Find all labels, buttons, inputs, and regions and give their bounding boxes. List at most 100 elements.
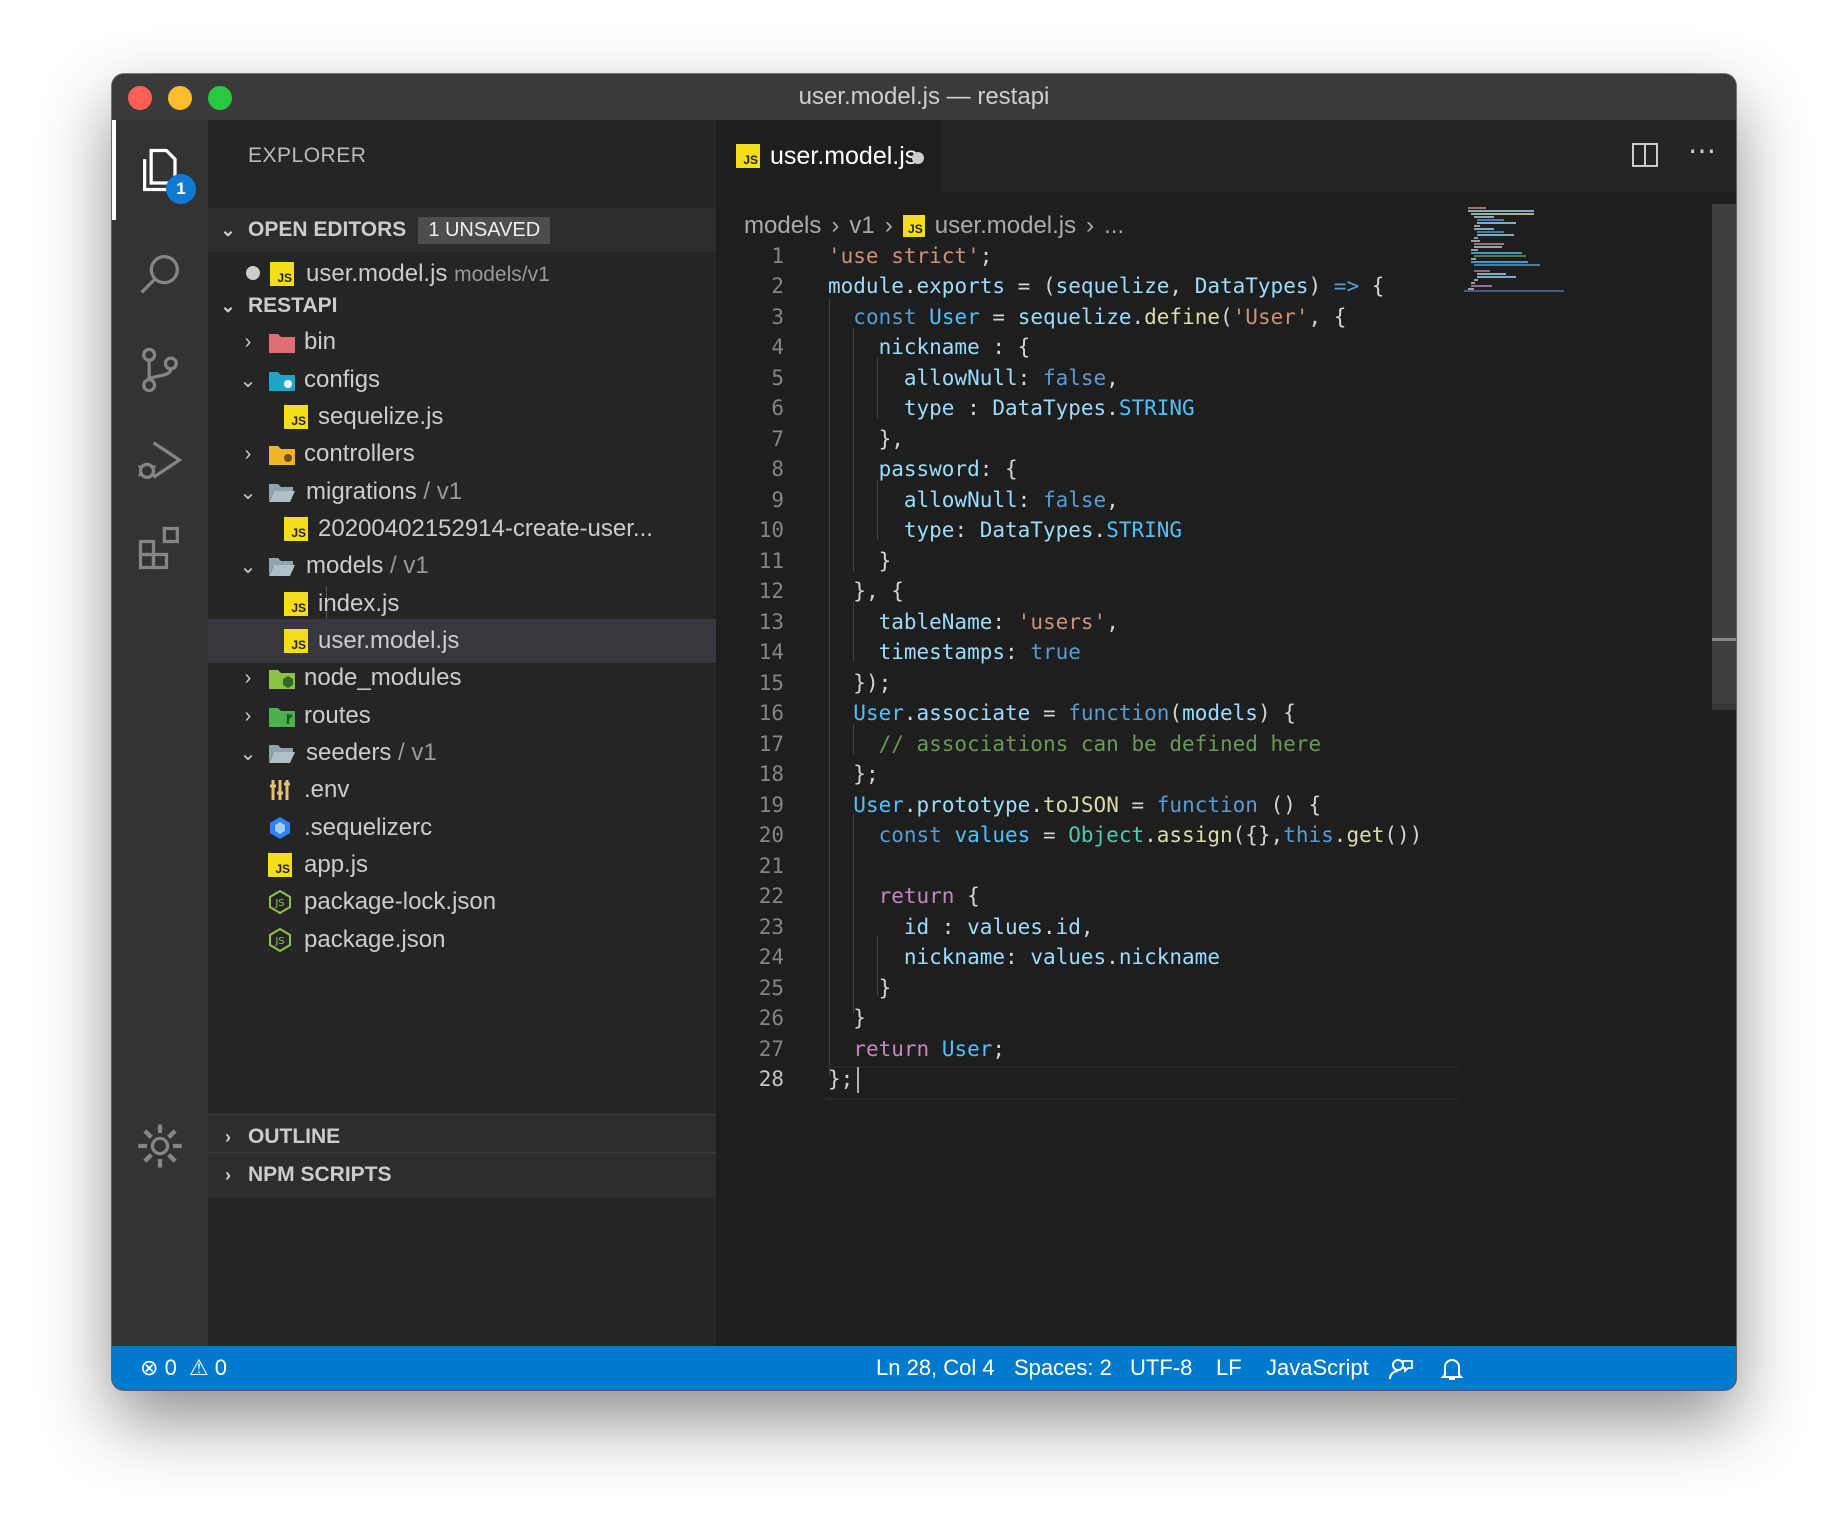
more-actions-icon[interactable]: ⋯ bbox=[1688, 134, 1716, 167]
code-token: return bbox=[878, 884, 955, 908]
split-editor-icon[interactable] bbox=[1630, 140, 1660, 170]
code-token: id bbox=[1055, 915, 1081, 939]
code-token: : { bbox=[979, 335, 1031, 359]
code-token: { bbox=[1359, 274, 1385, 298]
problems-indicator[interactable]: ⊗ 0 ⚠ 0 bbox=[140, 1346, 227, 1390]
folder-open-icon bbox=[268, 480, 296, 504]
language-mode[interactable]: JavaScript bbox=[1266, 1346, 1369, 1390]
extensions-activity-button[interactable] bbox=[112, 498, 208, 598]
code-line: return User; bbox=[828, 1037, 1005, 1061]
tree-label: app.js bbox=[304, 851, 369, 878]
scrollbar-thumb[interactable] bbox=[1712, 204, 1736, 710]
tree-label: package.json bbox=[304, 926, 446, 953]
code-token: , bbox=[1106, 610, 1119, 634]
tree-label: configs bbox=[304, 366, 381, 393]
code-token: sequelize bbox=[1017, 305, 1132, 329]
current-line-highlight bbox=[826, 1066, 1458, 1100]
js-file-icon: JS bbox=[268, 853, 292, 877]
code-line: } bbox=[828, 1006, 866, 1030]
explorer-activity-button[interactable]: 1 bbox=[112, 120, 208, 220]
error-count: 0 bbox=[164, 1355, 177, 1380]
tree-file-package[interactable]: JS package.json bbox=[208, 918, 716, 962]
tree-label: sequelize.js bbox=[318, 403, 444, 430]
title-bar: user.model.js — restapi bbox=[112, 74, 1736, 121]
code-token: sequelize bbox=[1055, 274, 1170, 298]
error-icon: ⊗ bbox=[140, 1355, 159, 1380]
explorer-badge: 1 bbox=[166, 174, 196, 204]
npm-scripts-header[interactable]: › NPM SCRIPTS bbox=[208, 1152, 716, 1197]
svg-text:JS: JS bbox=[274, 936, 284, 947]
breadcrumb-folder[interactable]: models bbox=[744, 212, 821, 240]
explorer-sidebar: EXPLORER ⌄ OPEN EDITORS 1 UNSAVED JS use… bbox=[208, 120, 716, 1346]
code-token: } bbox=[853, 1006, 866, 1030]
code-token: } bbox=[878, 549, 892, 573]
code-line: }, bbox=[828, 427, 904, 451]
chevron-right-icon: › bbox=[884, 212, 893, 239]
minimap[interactable] bbox=[1464, 204, 1564, 304]
outline-label: OUTLINE bbox=[248, 1125, 341, 1148]
gear-icon bbox=[138, 1124, 182, 1168]
code-token: : { bbox=[979, 457, 1018, 481]
code-token: values bbox=[954, 823, 1031, 847]
chevron-right-icon: › bbox=[225, 1126, 231, 1147]
indentation-setting[interactable]: Spaces: 2 bbox=[1014, 1346, 1112, 1390]
breadcrumb: models › v1 › JS user.model.js › ... bbox=[744, 212, 1124, 240]
code-token: nickname bbox=[903, 945, 1006, 969]
notifications-bell-icon[interactable] bbox=[1440, 1346, 1464, 1390]
tree-label: package-lock.json bbox=[304, 888, 497, 915]
chevron-down-icon: ⌄ bbox=[220, 219, 236, 240]
activity-bar: 1 bbox=[112, 120, 208, 1346]
code-token: 'users' bbox=[1017, 610, 1107, 634]
run-debug-activity-button[interactable] bbox=[112, 410, 208, 510]
breadcrumb-subfolder[interactable]: v1 bbox=[849, 212, 874, 240]
sequelize-icon bbox=[268, 816, 296, 840]
code-token: nickname bbox=[878, 335, 980, 359]
code-token: STRING bbox=[1118, 396, 1195, 420]
code-line: }); bbox=[828, 671, 891, 695]
js-file-icon: JS bbox=[736, 144, 760, 168]
warning-count: 0 bbox=[214, 1355, 228, 1380]
code-token: values bbox=[1030, 945, 1107, 969]
code-token: nickname bbox=[1118, 945, 1220, 969]
code-line: id : values.id, bbox=[828, 915, 1094, 939]
tree-suffix: / v1 bbox=[416, 478, 463, 505]
code-line: }, { bbox=[828, 579, 904, 603]
line-number: 4 bbox=[771, 335, 784, 359]
search-activity-button[interactable] bbox=[112, 224, 208, 324]
code-token: // associations can be defined here bbox=[878, 732, 1322, 756]
folder-bin-icon bbox=[268, 330, 296, 354]
cursor-position[interactable]: Ln 28, Col 4 bbox=[876, 1346, 995, 1390]
eol-setting[interactable]: LF bbox=[1216, 1346, 1242, 1390]
code-token: allowNull bbox=[903, 366, 1018, 390]
code-line: } bbox=[828, 976, 892, 1000]
code-token: }, { bbox=[853, 579, 904, 603]
js-file-icon: JS bbox=[902, 215, 925, 237]
folder-config-icon bbox=[268, 368, 296, 392]
encoding-setting[interactable]: UTF-8 bbox=[1130, 1346, 1192, 1390]
code-token: . bbox=[903, 793, 917, 817]
line-number: 26 bbox=[758, 1006, 784, 1030]
breadcrumb-file[interactable]: user.model.js bbox=[935, 212, 1076, 240]
feedback-icon[interactable] bbox=[1388, 1346, 1414, 1390]
code-token: ( bbox=[1220, 305, 1233, 329]
code-token: Object bbox=[1068, 823, 1145, 847]
chevron-right-icon: › bbox=[244, 666, 252, 689]
code-token: } bbox=[878, 976, 892, 1000]
tab-user-model[interactable]: JS user.model.js bbox=[716, 120, 942, 192]
source-control-activity-button[interactable] bbox=[112, 320, 208, 420]
code-token: => bbox=[1333, 274, 1360, 298]
code-token: ()) bbox=[1384, 823, 1423, 847]
code-token: type bbox=[903, 518, 955, 542]
code-token: = bbox=[979, 305, 1018, 329]
settings-activity-button[interactable] bbox=[112, 1096, 208, 1196]
code-line: return { bbox=[828, 884, 980, 908]
line-number: 22 bbox=[758, 884, 784, 908]
code-token: : bbox=[954, 396, 993, 420]
line-number: 18 bbox=[758, 762, 784, 786]
code-token: DataTypes bbox=[992, 396, 1107, 420]
open-editors-header[interactable]: ⌄ OPEN EDITORS 1 UNSAVED bbox=[208, 208, 716, 252]
unsaved-dot-icon[interactable] bbox=[912, 152, 924, 164]
line-number: 16 bbox=[758, 701, 784, 725]
code-line: password: { bbox=[828, 457, 1018, 481]
breadcrumb-more[interactable]: ... bbox=[1104, 212, 1124, 240]
